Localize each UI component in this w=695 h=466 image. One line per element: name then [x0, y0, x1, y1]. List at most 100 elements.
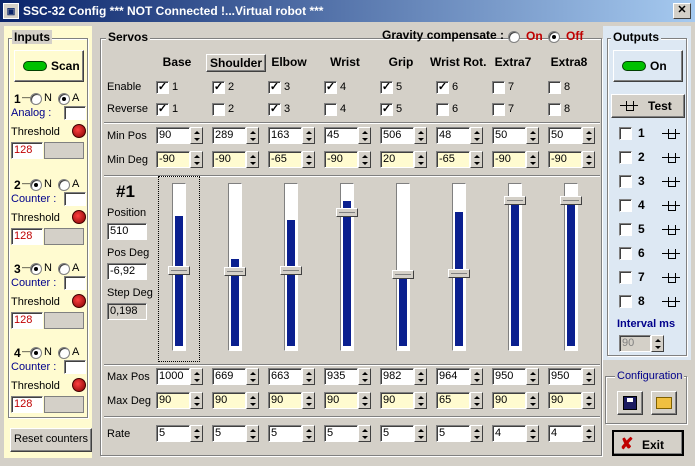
- maxpos-spinner[interactable]: [246, 368, 259, 385]
- enable-checkbox[interactable]: ✓: [324, 81, 337, 94]
- reverse-checkbox[interactable]: [436, 103, 449, 116]
- reverse-checkbox[interactable]: [212, 103, 225, 116]
- maxdeg-field[interactable]: 90: [268, 392, 302, 409]
- maxdeg-field[interactable]: 90: [156, 392, 190, 409]
- rate-spinner[interactable]: [526, 425, 539, 442]
- servo-slider-thumb[interactable]: [336, 208, 358, 217]
- minpos-spinner[interactable]: [526, 127, 539, 144]
- maxdeg-spinner[interactable]: [526, 392, 539, 409]
- servo-slider-thumb[interactable]: [448, 269, 470, 278]
- mindeg-spinner[interactable]: [246, 151, 259, 168]
- rate-spinner[interactable]: [470, 425, 483, 442]
- rate-spinner[interactable]: [302, 425, 315, 442]
- servo-slider-thumb[interactable]: [168, 266, 190, 275]
- reverse-checkbox[interactable]: [324, 103, 337, 116]
- input-a-radio[interactable]: [58, 93, 70, 105]
- minpos-field[interactable]: 90: [156, 127, 190, 144]
- save-button[interactable]: [617, 391, 643, 415]
- maxdeg-spinner[interactable]: [358, 392, 371, 409]
- rate-field[interactable]: 5: [324, 425, 358, 442]
- interval-spinner[interactable]: [651, 335, 664, 352]
- threshold-slider[interactable]: [44, 312, 84, 329]
- minpos-spinner[interactable]: [190, 127, 203, 144]
- minpos-spinner[interactable]: [414, 127, 427, 144]
- maxdeg-spinner[interactable]: [246, 392, 259, 409]
- minpos-spinner[interactable]: [246, 127, 259, 144]
- threshold-field[interactable]: 128: [11, 312, 43, 329]
- minpos-spinner[interactable]: [358, 127, 371, 144]
- rate-field[interactable]: 5: [156, 425, 190, 442]
- output-checkbox-3[interactable]: [619, 175, 632, 188]
- output-checkbox-4[interactable]: [619, 199, 632, 212]
- maxpos-spinner[interactable]: [582, 368, 595, 385]
- mindeg-field[interactable]: 20: [380, 151, 414, 168]
- enable-checkbox[interactable]: ✓: [436, 81, 449, 94]
- minpos-spinner[interactable]: [582, 127, 595, 144]
- maxpos-spinner[interactable]: [302, 368, 315, 385]
- mindeg-spinner[interactable]: [470, 151, 483, 168]
- output-checkbox-7[interactable]: [619, 271, 632, 284]
- reverse-checkbox[interactable]: [492, 103, 505, 116]
- threshold-field[interactable]: 128: [11, 396, 43, 413]
- reset-counters-button[interactable]: Reset counters: [10, 428, 92, 452]
- rate-field[interactable]: 5: [212, 425, 246, 442]
- enable-checkbox[interactable]: [548, 81, 561, 94]
- mindeg-spinner[interactable]: [302, 151, 315, 168]
- input-a-radio[interactable]: [58, 263, 70, 275]
- reverse-checkbox[interactable]: ✓: [156, 103, 169, 116]
- enable-checkbox[interactable]: ✓: [380, 81, 393, 94]
- maxdeg-spinner[interactable]: [470, 392, 483, 409]
- servo-slider-thumb[interactable]: [560, 196, 582, 205]
- threshold-slider[interactable]: [44, 228, 84, 245]
- maxpos-field[interactable]: 663: [268, 368, 302, 385]
- mindeg-field[interactable]: -90: [156, 151, 190, 168]
- input-n-radio[interactable]: [30, 179, 42, 191]
- mindeg-field[interactable]: -90: [548, 151, 582, 168]
- input-n-radio[interactable]: [30, 347, 42, 359]
- maxdeg-spinner[interactable]: [302, 392, 315, 409]
- maxpos-field[interactable]: 982: [380, 368, 414, 385]
- mindeg-spinner[interactable]: [526, 151, 539, 168]
- servo-slider-thumb[interactable]: [224, 267, 246, 276]
- input-n-radio[interactable]: [30, 93, 42, 105]
- interval-field[interactable]: 90: [619, 335, 651, 352]
- maxdeg-spinner[interactable]: [190, 392, 203, 409]
- output-checkbox-8[interactable]: [619, 295, 632, 308]
- reverse-checkbox[interactable]: ✓: [380, 103, 393, 116]
- servo-slider-thumb[interactable]: [504, 196, 526, 205]
- maxpos-field[interactable]: 950: [548, 368, 582, 385]
- rate-field[interactable]: 5: [436, 425, 470, 442]
- maxdeg-field[interactable]: 90: [324, 392, 358, 409]
- threshold-field[interactable]: 128: [11, 228, 43, 245]
- maxpos-field[interactable]: 1000: [156, 368, 190, 385]
- maxpos-field[interactable]: 964: [436, 368, 470, 385]
- rate-spinner[interactable]: [190, 425, 203, 442]
- reverse-checkbox[interactable]: ✓: [268, 103, 281, 116]
- output-checkbox-1[interactable]: [619, 127, 632, 140]
- minpos-field[interactable]: 163: [268, 127, 302, 144]
- output-checkbox-2[interactable]: [619, 151, 632, 164]
- enable-checkbox[interactable]: [492, 81, 505, 94]
- maxpos-spinner[interactable]: [358, 368, 371, 385]
- minpos-field[interactable]: 50: [548, 127, 582, 144]
- maxpos-field[interactable]: 950: [492, 368, 526, 385]
- rate-field[interactable]: 4: [548, 425, 582, 442]
- input-a-radio[interactable]: [58, 347, 70, 359]
- mindeg-field[interactable]: -90: [324, 151, 358, 168]
- exit-button[interactable]: ✘ Exit: [612, 430, 684, 456]
- output-checkbox-5[interactable]: [619, 223, 632, 236]
- threshold-slider[interactable]: [44, 396, 84, 413]
- maxpos-spinner[interactable]: [414, 368, 427, 385]
- mindeg-field[interactable]: -90: [492, 151, 526, 168]
- rate-field[interactable]: 5: [268, 425, 302, 442]
- servo-slider-thumb[interactable]: [392, 270, 414, 279]
- maxdeg-field[interactable]: 90: [492, 392, 526, 409]
- mindeg-spinner[interactable]: [582, 151, 595, 168]
- outputs-on-button[interactable]: On: [613, 50, 683, 82]
- rate-field[interactable]: 4: [492, 425, 526, 442]
- test-button[interactable]: Test: [611, 94, 685, 118]
- mindeg-field[interactable]: -90: [212, 151, 246, 168]
- rate-field[interactable]: 5: [380, 425, 414, 442]
- rate-spinner[interactable]: [246, 425, 259, 442]
- minpos-field[interactable]: 45: [324, 127, 358, 144]
